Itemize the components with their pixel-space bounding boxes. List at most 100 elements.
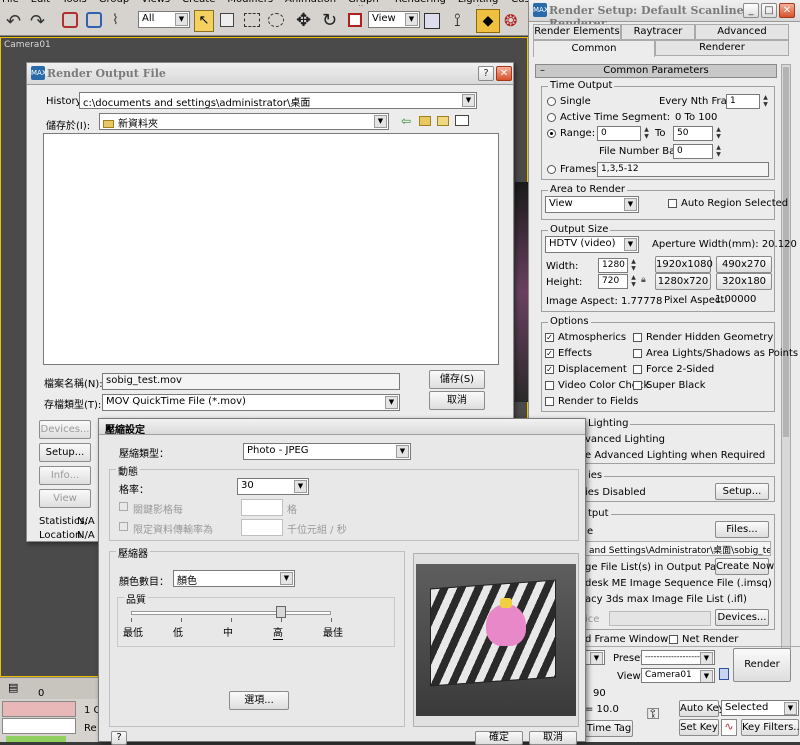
bind-icon[interactable]: ⌇	[112, 12, 119, 28]
preset-1280x720-button[interactable]: 1280x720	[655, 273, 711, 290]
range-from-spinner[interactable]: ▲ ▼	[642, 126, 651, 141]
snap-icon[interactable]: ⟟	[454, 10, 461, 31]
scale-icon[interactable]	[348, 13, 362, 27]
range-to-input[interactable]: 50	[673, 126, 713, 141]
link-icon[interactable]	[62, 12, 78, 28]
help-button[interactable]: ?	[478, 66, 494, 81]
move-icon[interactable]: ✥	[296, 10, 311, 31]
area-to-render-dropdown[interactable]: View ▼	[545, 196, 639, 213]
options-button[interactable]: 選項...	[229, 691, 289, 710]
frames-input[interactable]: 1,3,5-12	[597, 162, 769, 177]
net-render-checkbox[interactable]	[669, 635, 678, 644]
set-key-button[interactable]: Set Key	[679, 719, 719, 736]
new-folder-icon[interactable]	[437, 116, 449, 126]
pivot-icon[interactable]	[424, 13, 440, 29]
height-input[interactable]: 720	[598, 274, 628, 289]
files-button[interactable]: Files...	[715, 521, 769, 538]
auto-key-button[interactable]: Auto Key	[679, 700, 725, 717]
tab-raytracer[interactable]: Raytracer	[621, 24, 695, 40]
cancel-button[interactable]: 取消	[429, 391, 485, 410]
rs-scrollbar[interactable]	[781, 64, 791, 664]
back-arrow-icon[interactable]: ⇦	[401, 114, 411, 128]
save-type-dropdown[interactable]: MOV QuickTime File (*.mov) ▼	[102, 394, 400, 411]
quality-slider-thumb[interactable]	[276, 606, 286, 618]
active-segment-radio[interactable]	[547, 113, 556, 122]
lock-icon[interactable]: 🔒︎	[641, 275, 646, 285]
fps-dropdown[interactable]: 30 ▼	[237, 478, 309, 495]
save-in-dropdown[interactable]: 新資料夾 ▼	[99, 113, 389, 130]
cs-cancel-button[interactable]: 取消	[529, 731, 577, 745]
coord-system-dropdown[interactable]: View ▼	[368, 11, 420, 28]
history-dropdown[interactable]: c:\documents and settings\administrator\…	[79, 92, 477, 109]
info-button[interactable]: Info...	[39, 466, 91, 485]
range-to-spinner[interactable]: ▲ ▼	[714, 126, 723, 141]
maxscript-listener[interactable]	[2, 701, 76, 717]
compression-type-dropdown[interactable]: Photo - JPEG ▼	[243, 443, 411, 460]
ok-button[interactable]: 確定	[475, 731, 523, 745]
option-checkbox[interactable]	[633, 349, 642, 358]
option-checkbox[interactable]: ✓	[545, 349, 554, 358]
every-nth-input[interactable]: 1	[726, 94, 760, 109]
height-spinner[interactable]: ▲ ▼	[629, 274, 638, 289]
common-parameters-rollout[interactable]: – Common Parameters	[535, 64, 777, 78]
file-number-base-input[interactable]: 0	[673, 144, 713, 159]
maxscript-field[interactable]	[2, 718, 76, 734]
select-by-name-icon[interactable]	[220, 13, 234, 27]
view-dropdown[interactable]: Camera01 ▼	[641, 668, 715, 683]
output-size-preset-dropdown[interactable]: HDTV (video) ▼	[545, 236, 639, 253]
timeline-icon[interactable]: ▤	[8, 681, 18, 694]
minimize-button[interactable]: _	[743, 3, 759, 18]
filename-input[interactable]: sobig_test.mov	[102, 373, 400, 390]
width-input[interactable]: 1280	[598, 258, 628, 273]
time-tag-button[interactable]: Time Tag	[585, 720, 633, 737]
rs-scroll-thumb[interactable]	[783, 67, 789, 437]
limit-rate-checkbox[interactable]	[119, 522, 128, 531]
keyframe-checkbox[interactable]	[119, 502, 128, 511]
close-button[interactable]: ✕	[496, 66, 512, 81]
view-menu-icon[interactable]	[455, 115, 469, 126]
file-list[interactable]	[43, 133, 499, 365]
lock-view-icon[interactable]	[719, 668, 729, 680]
close-button[interactable]: ✕	[779, 3, 795, 18]
selection-filter-dropdown[interactable]: All ▼	[138, 11, 190, 28]
tab-common[interactable]: Common	[533, 40, 655, 57]
undo-icon[interactable]: ↶	[6, 11, 21, 32]
option-checkbox[interactable]	[633, 333, 642, 342]
setup-button[interactable]: Setup...	[39, 443, 91, 462]
limit-rate-input[interactable]	[241, 519, 283, 536]
keyframe-input[interactable]	[241, 499, 283, 516]
single-radio[interactable]	[547, 97, 556, 106]
view-button[interactable]: View	[39, 489, 91, 508]
unlink-icon[interactable]	[86, 12, 102, 28]
selected-dropdown[interactable]: Selected ▼	[721, 700, 799, 716]
option-checkbox[interactable]: ✓	[545, 333, 554, 342]
teapot-icon[interactable]: ◆	[476, 9, 500, 33]
option-checkbox[interactable]	[545, 397, 554, 406]
maximize-button[interactable]: □	[761, 3, 777, 18]
tangent-icon[interactable]: ∿	[721, 719, 737, 736]
preset-320x180-button[interactable]: 320x180	[716, 273, 772, 290]
quality-slider-track[interactable]	[131, 611, 331, 615]
tab-advanced-lighting[interactable]: Advanced Lighting	[695, 24, 789, 51]
key-filters-button[interactable]: Key Filters...	[741, 719, 800, 736]
effects-setup-button[interactable]: Setup...	[715, 483, 769, 500]
key-icon[interactable]: ⚿	[647, 704, 659, 724]
create-now-button[interactable]: Create Now	[715, 558, 774, 575]
option-checkbox[interactable]	[545, 381, 554, 390]
option-checkbox[interactable]: ✓	[545, 365, 554, 374]
up-folder-icon[interactable]	[419, 116, 431, 126]
tab-render-elements[interactable]: Render Elements	[533, 24, 621, 40]
range-radio[interactable]	[547, 129, 556, 138]
window-crossing-icon[interactable]	[268, 13, 284, 27]
rect-region-icon[interactable]	[244, 13, 260, 27]
color-depth-dropdown[interactable]: 顏色 ▼	[173, 570, 295, 587]
width-spinner[interactable]: ▲ ▼	[629, 258, 638, 273]
every-nth-spinner[interactable]: ▲ ▼	[761, 94, 770, 109]
devices-button[interactable]: Devices...	[39, 420, 91, 439]
preset-490x270-button[interactable]: 490x270	[716, 256, 772, 273]
preset-1920x1080-button[interactable]: 1920x1080	[655, 256, 713, 273]
file-number-base-spinner[interactable]: ▲ ▼	[714, 144, 723, 159]
option-checkbox[interactable]	[633, 365, 642, 374]
cs-help-button[interactable]: ?	[111, 731, 127, 745]
render-button[interactable]: Render	[733, 648, 791, 682]
